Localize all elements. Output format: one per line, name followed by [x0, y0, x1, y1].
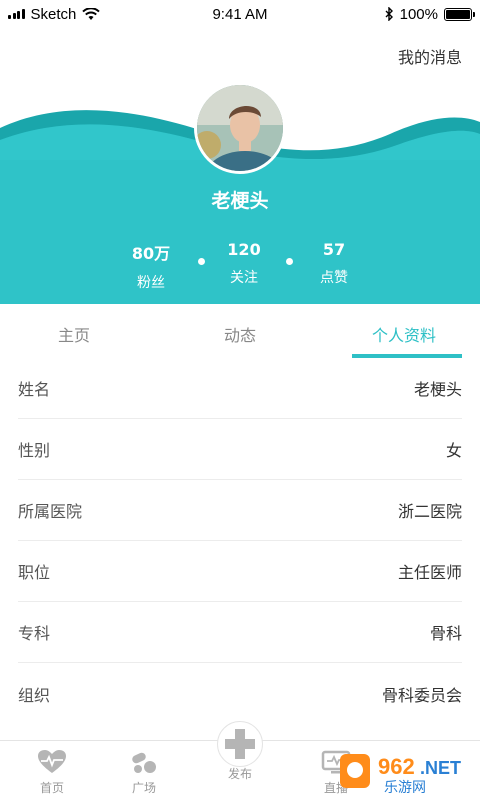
avatar[interactable] — [194, 82, 286, 174]
stat-following-value: 120 — [227, 240, 261, 259]
svg-text:乐游网: 乐游网 — [384, 780, 426, 796]
tab-activity[interactable]: 动态 — [224, 322, 256, 346]
info-label: 所属医院 — [18, 502, 83, 521]
nav-home-label: 首页 — [39, 781, 64, 795]
info-value: 骨科 — [429, 624, 462, 643]
info-row-organization: 组织 骨科委员会 — [18, 663, 462, 724]
stat-fans-value: 80万 — [131, 244, 171, 263]
watermark-logo: 962 .NET 乐游网 — [340, 754, 461, 796]
info-label: 组织 — [18, 685, 51, 705]
info-label: 性别 — [18, 441, 51, 460]
info-label: 职位 — [18, 563, 51, 582]
nav-home[interactable]: 首页 — [22, 749, 82, 796]
heart-pulse-icon — [38, 750, 66, 773]
info-value: 女 — [445, 441, 462, 460]
svg-text:.NET: .NET — [420, 758, 461, 778]
nav-square-label: 广场 — [131, 781, 156, 795]
stat-following[interactable]: 120 关注 — [199, 240, 289, 287]
info-label: 专科 — [18, 624, 51, 643]
info-value: 主任医师 — [397, 563, 462, 582]
info-value: 骨科委员会 — [381, 685, 462, 705]
tab-profile-info[interactable]: 个人资料 — [372, 322, 436, 346]
stat-following-label: 关注 — [230, 270, 258, 286]
svg-text:962: 962 — [378, 754, 415, 779]
info-row-gender: 性别 女 — [18, 419, 462, 480]
info-value: 浙二医院 — [397, 502, 462, 521]
info-row-specialty: 专科 骨科 — [18, 602, 462, 663]
nav-publish[interactable]: 发布 — [210, 727, 270, 782]
bluetooth-icon — [385, 7, 393, 21]
stat-likes[interactable]: 57 点赞 — [289, 240, 379, 287]
tab-home[interactable]: 主页 — [58, 322, 90, 346]
stat-likes-label: 点赞 — [320, 270, 348, 286]
nav-publish-label: 发布 — [227, 767, 252, 781]
info-label: 姓名 — [18, 380, 51, 399]
stat-fans[interactable]: 80万 粉丝 — [106, 240, 196, 292]
my-messages-link[interactable]: 我的消息 — [398, 44, 462, 68]
info-row-position: 职位 主任医师 — [18, 541, 462, 602]
medical-cross-icon — [225, 729, 255, 759]
profile-tabs: 主页 动态 个人资料 — [0, 304, 480, 358]
info-value: 老梗头 — [413, 380, 462, 399]
stat-fans-label: 粉丝 — [137, 275, 165, 291]
battery-percent: 100% — [399, 5, 438, 23]
pills-icon — [132, 752, 156, 773]
info-row-name: 姓名 老梗头 — [18, 358, 462, 419]
profile-info-list: 姓名 老梗头 性别 女 所属医院 浙二医院 职位 主任医师 专科 骨科 组织 骨… — [18, 358, 462, 724]
stat-likes-value: 57 — [322, 240, 346, 259]
status-right: 100% — [385, 5, 475, 23]
nav-square[interactable]: 广场 — [114, 749, 174, 796]
battery-icon — [444, 7, 475, 21]
profile-username: 老梗头 — [211, 190, 269, 212]
status-bar: Sketch 9:41 AM 100% — [0, 0, 480, 28]
profile-stats: 80万 粉丝 120 关注 57 点赞 — [0, 240, 480, 292]
info-row-hospital: 所属医院 浙二医院 — [18, 480, 462, 541]
site-watermark: 962 .NET 乐游网 — [320, 748, 480, 796]
